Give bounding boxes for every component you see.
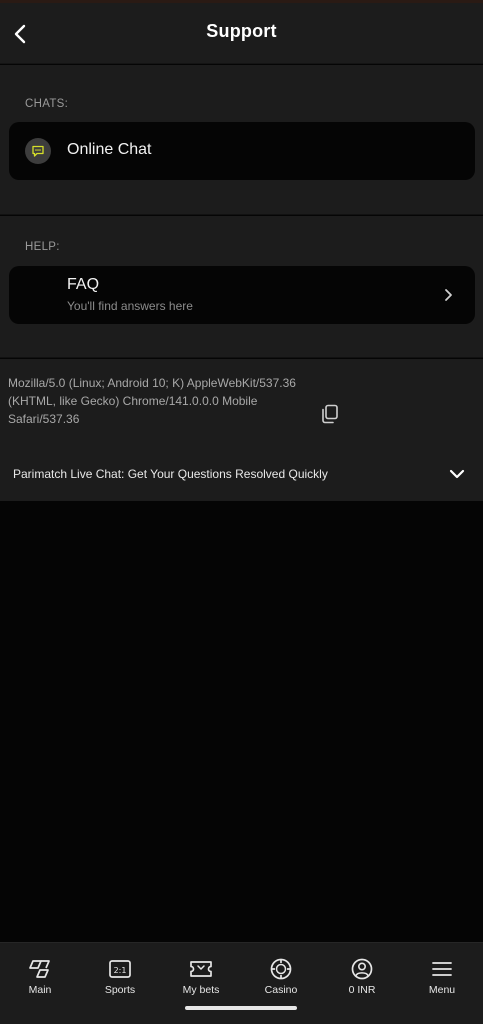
- faq-title: FAQ: [67, 276, 100, 293]
- ticket-icon: [189, 957, 213, 981]
- bottom-nav: Main 2:1 Sports My bets Casino 0 INR Men…: [0, 942, 483, 1024]
- online-chat-label: Online Chat: [67, 141, 152, 158]
- online-chat-card[interactable]: Online Chat: [9, 122, 475, 180]
- help-section-label: HELP:: [25, 241, 60, 253]
- hamburger-icon: [430, 957, 454, 981]
- nav-item-sports[interactable]: 2:1 Sports: [80, 943, 160, 1007]
- nav-label-account: 0 INR: [348, 984, 376, 996]
- sports-icon-score: 2:1: [114, 966, 127, 975]
- chevron-right-icon: [441, 286, 455, 304]
- nav-item-casino[interactable]: Casino: [241, 943, 321, 1007]
- nav-label-sports: Sports: [104, 984, 136, 996]
- nav-label-casino: Casino: [264, 984, 298, 996]
- sports-icon: 2:1: [108, 957, 132, 981]
- nav-item-main[interactable]: Main: [0, 943, 80, 1007]
- chats-section-label: CHATS:: [25, 98, 69, 110]
- chat-bubble-icon: [25, 138, 51, 164]
- header-bar: Support: [0, 3, 483, 64]
- main-icon: [28, 957, 52, 981]
- accordion-toggle[interactable]: [447, 465, 467, 483]
- nav-label-main: Main: [28, 984, 52, 996]
- nav-item-my-bets[interactable]: My bets: [161, 943, 241, 1007]
- copy-button[interactable]: [318, 402, 342, 426]
- home-indicator[interactable]: [185, 1006, 297, 1010]
- info-section: Mozilla/5.0 (Linux; Android 10; K) Apple…: [0, 359, 483, 501]
- faq-card[interactable]: FAQ You'll find answers here: [9, 266, 475, 324]
- nav-label-menu: Menu: [428, 984, 456, 996]
- faq-subtitle: You'll find answers here: [67, 299, 193, 313]
- chats-section: CHATS: Online Chat: [0, 65, 483, 215]
- nav-label-my-bets: My bets: [182, 984, 220, 996]
- page-title: Support: [206, 21, 277, 41]
- chevron-down-icon: [449, 469, 465, 479]
- support-screen: Support CHATS: Online Chat HELP: FAQ You…: [0, 0, 483, 1024]
- nav-item-menu[interactable]: Menu: [402, 943, 482, 1007]
- user-agent-text: Mozilla/5.0 (Linux; Android 10; K) Apple…: [8, 376, 296, 426]
- account-icon: [350, 957, 374, 981]
- help-section: HELP: FAQ You'll find answers here: [0, 216, 483, 358]
- accordion-title: Parimatch Live Chat: Get Your Questions …: [13, 467, 328, 481]
- nav-item-account[interactable]: 0 INR: [322, 943, 402, 1007]
- casino-chip-icon: [269, 957, 293, 981]
- copy-icon: [322, 404, 338, 424]
